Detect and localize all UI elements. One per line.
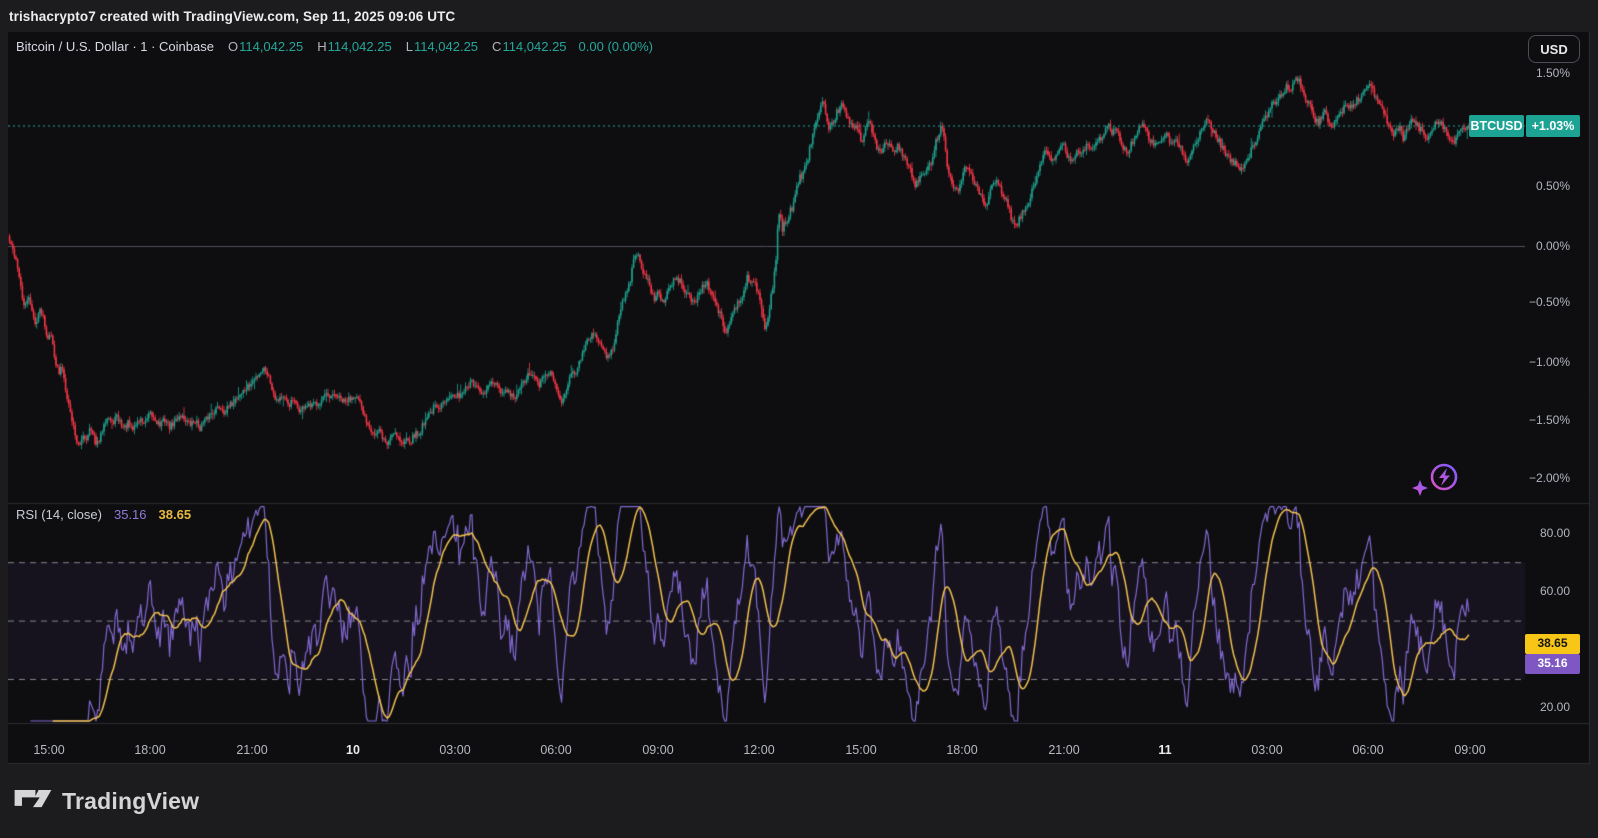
high-label: H — [317, 39, 327, 54]
tradingview-logo-icon[interactable] — [14, 786, 52, 816]
price-tick: −1.00% — [1528, 355, 1570, 369]
price-tick: −0.50% — [1528, 295, 1570, 309]
time-label: 12:00 — [743, 743, 775, 757]
time-label: 09:00 — [642, 743, 674, 757]
time-label: 18:00 — [946, 743, 978, 757]
price-tick: 0.00% — [1535, 239, 1570, 253]
rsi-header: RSI (14, close) 35.16 38.65 — [16, 507, 191, 522]
rsi-value: 35.16 — [113, 507, 147, 522]
price-tick: 0.50% — [1535, 179, 1570, 193]
attribution-bar: trishacrypto7 created with TradingView.c… — [0, 0, 1598, 32]
chart-canvas[interactable] — [8, 32, 1590, 764]
rsi-tick: 80.00 — [1539, 526, 1570, 540]
low-label: L — [405, 39, 413, 54]
close-value: 114,042.25 — [502, 39, 567, 54]
lightning-bolt — [1439, 468, 1450, 486]
rsi-ma-value: 38.65 — [158, 507, 192, 522]
price-tick: −1.50% — [1528, 413, 1570, 427]
price-tick: 1.50% — [1535, 66, 1570, 80]
brand-name[interactable]: TradingView — [62, 788, 199, 815]
time-label: 03:00 — [439, 743, 471, 757]
price-badge-symbol: BTCUSD — [1469, 115, 1524, 137]
low-value: 114,042.25 — [413, 39, 479, 54]
rsi-badge: 35.16 — [1525, 654, 1580, 674]
time-label: 03:00 — [1251, 743, 1283, 757]
footer-bar: TradingView — [0, 764, 1598, 838]
time-label: 09:00 — [1454, 743, 1486, 757]
symbol-header: Bitcoin / U.S. Dollar · 1 · Coinbase O11… — [16, 39, 653, 54]
time-label: 18:00 — [134, 743, 166, 757]
time-label: 21:00 — [236, 743, 268, 757]
attribution-text: trishacrypto7 created with TradingView.c… — [9, 8, 456, 24]
time-label: 15:00 — [845, 743, 877, 757]
open-value: 114,042.25 — [239, 39, 304, 54]
currency-toggle-button[interactable]: USD — [1528, 35, 1580, 63]
rsi-badge: 38.65 — [1525, 634, 1580, 654]
rsi-tick: 60.00 — [1539, 584, 1570, 598]
time-label: 21:00 — [1048, 743, 1080, 757]
chart-widget: Bitcoin / U.S. Dollar · 1 · Coinbase O11… — [0, 32, 1598, 764]
open-label: O — [227, 39, 239, 54]
sparkle-star — [1412, 480, 1428, 496]
symbol-title[interactable]: Bitcoin / U.S. Dollar · 1 · Coinbase — [16, 39, 214, 54]
rsi-title[interactable]: RSI (14, close) — [16, 507, 102, 522]
price-badge-value: +1.03% — [1526, 115, 1580, 137]
time-label: 15:00 — [33, 743, 65, 757]
price-tick: −2.00% — [1528, 471, 1570, 485]
rsi-tick: 20.00 — [1539, 700, 1570, 714]
time-label-day: 10 — [346, 743, 360, 757]
change-value: 0.00 (0.00%) — [578, 39, 653, 54]
high-value: 114,042.25 — [327, 39, 392, 54]
time-label: 06:00 — [540, 743, 572, 757]
close-label: C — [492, 39, 502, 54]
time-label-day: 11 — [1158, 743, 1172, 757]
time-label: 06:00 — [1352, 743, 1384, 757]
boost-lightning-icon[interactable] — [1408, 458, 1460, 504]
